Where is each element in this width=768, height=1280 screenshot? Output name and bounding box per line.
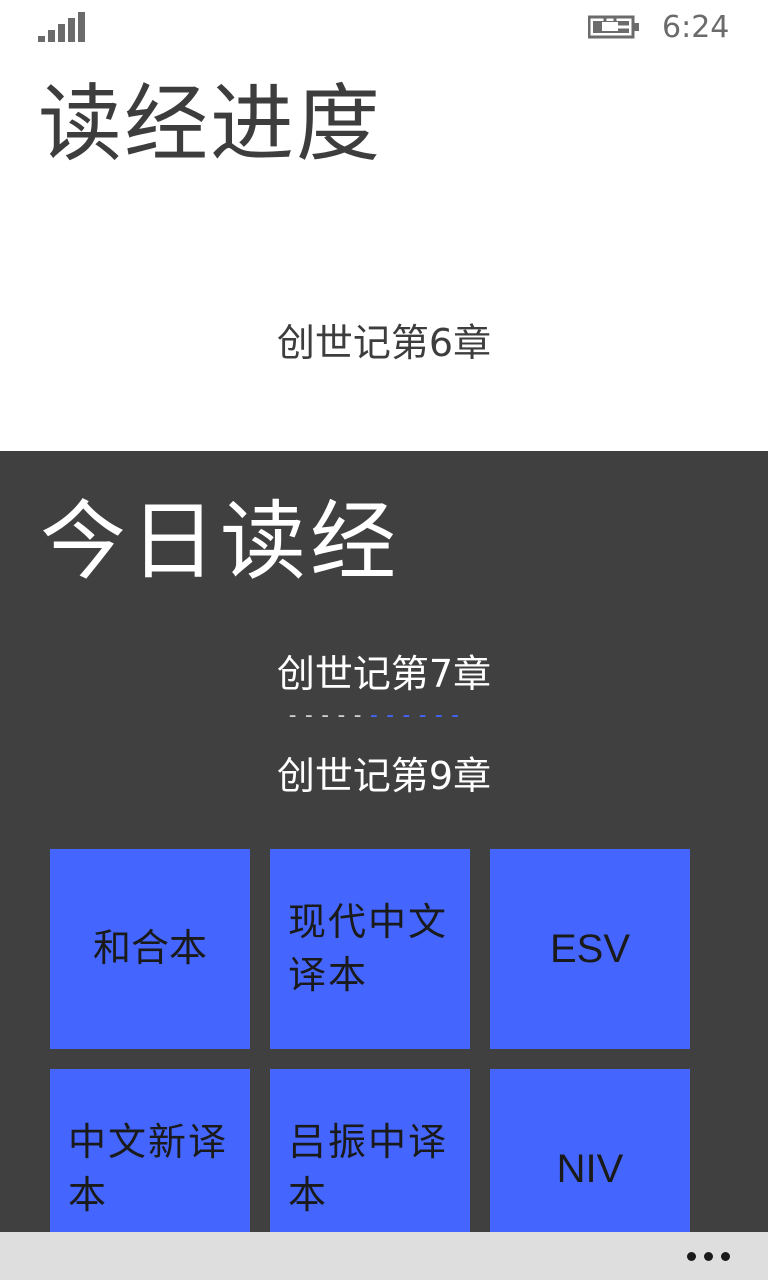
current-chapter[interactable]: 创世记第6章 [0,312,768,367]
battery-charging-icon [587,12,640,42]
version-label: 和合本 [92,926,207,971]
today-reading-title: 今日读经 [40,492,400,592]
today-reading-panel: 今日读经 创世记第7章 ----------- 创世记第9章 和合本 现代中文译… [0,451,768,1232]
version-tile-niv[interactable]: NIV [490,1069,690,1232]
range-separator: ----------- [286,703,486,728]
version-tile-esv[interactable]: ESV [490,849,690,1049]
version-tile-lu-zhenzhong[interactable]: 吕振中译本 [270,1069,470,1232]
reading-end-chapter: 创世记第9章 [276,754,492,798]
reading-start-chapter: 创世记第7章 [276,652,492,696]
version-tile-modern-chinese[interactable]: 现代中文译本 [270,849,470,1049]
version-label: 现代中文译本 [288,899,449,997]
separator-blue: ------ [367,703,465,728]
version-label: ESV [549,927,631,971]
status-bar: 6:24 [0,0,768,56]
version-tile-heheben[interactable]: 和合本 [50,849,250,1049]
version-label: 中文新译本 [68,1119,229,1217]
version-label: 吕振中译本 [288,1119,449,1217]
ellipsis-icon[interactable] [687,1252,730,1261]
separator-gray: ----- [286,703,368,728]
version-label: NIV [556,1147,624,1191]
signal-bars-icon [38,12,86,42]
version-tile-chinese-new[interactable]: 中文新译本 [50,1069,250,1232]
clock: 6:24 [662,10,730,45]
app-bar [0,1232,768,1280]
page-title: 读经进度 [38,75,383,173]
